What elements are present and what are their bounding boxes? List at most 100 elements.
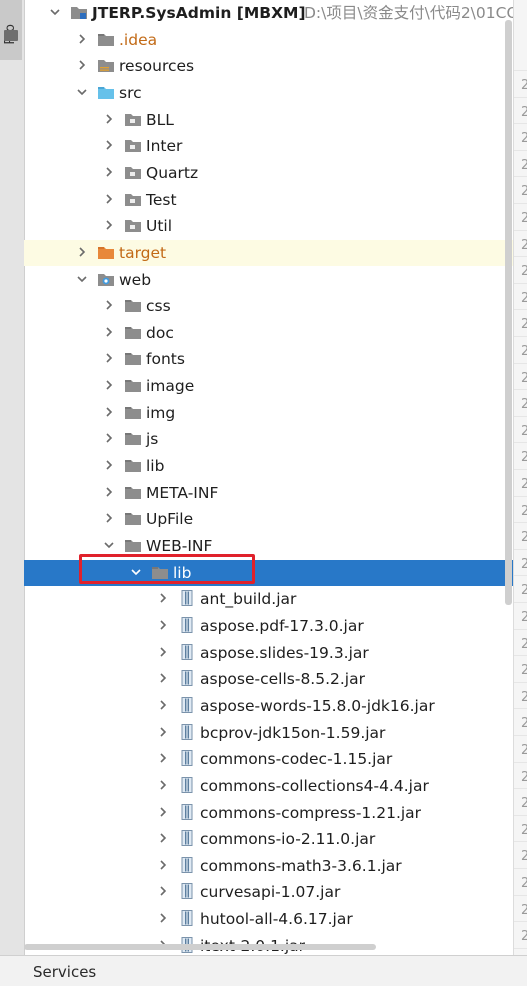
chevron-right-icon[interactable] [156, 725, 170, 739]
folder-icon [124, 484, 142, 500]
vertical-scrollbar-thumb[interactable] [505, 20, 512, 605]
gutter-separator [514, 229, 527, 231]
chevron-right-icon[interactable] [156, 831, 170, 845]
gutter-line-number: 2 [521, 929, 527, 944]
chevron-right-icon[interactable] [102, 351, 116, 365]
tree-row-js[interactable]: js [24, 426, 513, 452]
chevron-right-icon[interactable] [102, 405, 116, 419]
chevron-right-icon[interactable] [102, 511, 116, 525]
tree-row-curvesapi-1-07-jar[interactable]: curvesapi-1.07.jar [24, 879, 513, 905]
tree-row-ant-build-jar[interactable]: ant_build.jar [24, 586, 513, 612]
tree-row-resources[interactable]: resources [24, 53, 513, 79]
tree-row-target[interactable]: target [24, 239, 513, 266]
gutter-line-number: 2 [521, 291, 527, 306]
chevron-right-icon[interactable] [156, 858, 170, 872]
chevron-right-icon[interactable] [75, 32, 89, 46]
tree-row-aspose-cells-8-5-2-jar[interactable]: aspose-cells-8.5.2.jar [24, 666, 513, 692]
tree-row-src[interactable]: src [24, 80, 513, 106]
gutter-separator [514, 868, 527, 869]
tree-row-commons-math3-3-6-1-jar[interactable]: commons-math3-3.6.1.jar [24, 853, 513, 879]
chevron-down-icon[interactable] [102, 538, 116, 552]
tree-row-commons-collections4-4-4-jar[interactable]: commons-collections4-4.4.jar [24, 773, 513, 799]
tree-row-label: Test [146, 190, 177, 209]
tree-row-bll[interactable]: BLL [24, 107, 513, 133]
chevron-right-icon[interactable] [102, 325, 116, 339]
chevron-right-icon[interactable] [102, 192, 116, 206]
gutter-line-number: 2 [521, 903, 527, 918]
chevron-right-icon[interactable] [156, 591, 170, 605]
chevron-down-icon[interactable] [75, 85, 89, 99]
jar-icon [178, 830, 196, 847]
gutter-line-number: 2 [521, 770, 527, 785]
tree-row-aspose-words-15-8-0-jdk16-jar[interactable]: aspose-words-15.8.0-jdk16.jar [24, 693, 513, 719]
gutter-separator [514, 123, 527, 125]
tree-row-meta-inf[interactable]: META-INF [24, 480, 513, 506]
gutter-separator [514, 282, 527, 284]
tree-row-commons-codec-1-15-jar[interactable]: commons-codec-1.15.jar [24, 746, 513, 772]
chevron-right-icon[interactable] [102, 218, 116, 232]
tree-row-label: doc [146, 323, 174, 342]
chevron-right-icon[interactable] [156, 645, 170, 659]
tree-row-upfile[interactable]: UpFile [24, 506, 513, 532]
tree-row-aspose-slides-19-3-jar[interactable]: aspose.slides-19.3.jar [24, 640, 513, 666]
chevron-right-icon[interactable] [102, 298, 116, 312]
chevron-right-icon[interactable] [156, 884, 170, 898]
project-tool-tab[interactable]: Pro [0, 0, 22, 60]
chevron-right-icon[interactable] [156, 698, 170, 712]
gutter-separator [514, 655, 527, 657]
chevron-right-icon[interactable] [75, 58, 89, 72]
tree-row-util[interactable]: Util [24, 213, 513, 239]
tree-row-fonts[interactable]: fonts [24, 346, 513, 372]
gutter-separator [514, 947, 527, 949]
tree-row-aspose-pdf-17-3-0-jar[interactable]: aspose.pdf-17.3.0.jar [24, 613, 513, 639]
chevron-down-icon[interactable] [48, 5, 62, 19]
gutter-separator [514, 548, 527, 550]
chevron-right-icon[interactable] [102, 112, 116, 126]
chevron-right-icon[interactable] [75, 245, 89, 259]
chevron-right-icon[interactable] [156, 618, 170, 632]
chevron-down-icon[interactable] [129, 565, 143, 579]
tree-row-commons-compress-1-21-jar[interactable]: commons-compress-1.21.jar [24, 800, 513, 826]
tree-row-label: image [146, 377, 195, 396]
folder-icon [124, 457, 142, 473]
project-tree[interactable]: JTERP.SysAdmin [MBXM] D:\项目\资金支付\代码2\01CO… [24, 0, 513, 955]
horizontal-scrollbar-thumb[interactable] [24, 944, 376, 950]
tree-row-bcprov-jdk15on-1-59-jar[interactable]: bcprov-jdk15on-1.59.jar [24, 720, 513, 746]
chevron-right-icon[interactable] [156, 778, 170, 792]
chevron-right-icon[interactable] [102, 431, 116, 445]
tree-row-label: src [119, 83, 142, 102]
gutter-line-number: 2 [521, 823, 527, 838]
tree-row-test[interactable]: Test [24, 187, 513, 213]
chevron-right-icon[interactable] [102, 138, 116, 152]
jar-icon [178, 883, 196, 900]
tree-row-label: aspose.pdf-17.3.0.jar [200, 616, 364, 635]
chevron-right-icon[interactable] [156, 671, 170, 685]
tree-row-inter[interactable]: Inter [24, 133, 513, 159]
tree-row-label: aspose.slides-19.3.jar [200, 643, 369, 662]
tree-row-jterp-sysadmin-mbxm[interactable]: JTERP.SysAdmin [MBXM] D:\项目\资金支付\代码2\01CO… [24, 0, 513, 26]
tree-row-hutool-all-4-6-17-jar[interactable]: hutool-all-4.6.17.jar [24, 906, 513, 932]
tree-row-web[interactable]: web [24, 267, 513, 293]
gutter-line-number: 2 [521, 344, 527, 359]
chevron-right-icon[interactable] [156, 805, 170, 819]
chevron-right-icon[interactable] [156, 751, 170, 765]
folder-icon [124, 297, 142, 313]
tree-row-css[interactable]: css [24, 293, 513, 319]
tree-row-quartz[interactable]: Quartz [24, 160, 513, 186]
tree-row-doc[interactable]: doc [24, 320, 513, 346]
chevron-right-icon[interactable] [102, 458, 116, 472]
tree-row-web-inf[interactable]: WEB-INF [24, 533, 513, 559]
chevron-right-icon[interactable] [102, 485, 116, 499]
tree-row-commons-io-2-11-0-jar[interactable]: commons-io-2.11.0.jar [24, 826, 513, 852]
tree-row-label: .idea [119, 30, 158, 49]
services-tab[interactable]: Services [33, 963, 96, 981]
tree-row-idea[interactable]: .idea [24, 27, 513, 53]
tree-row-img[interactable]: img [24, 400, 513, 426]
chevron-down-icon[interactable] [75, 272, 89, 286]
chevron-right-icon[interactable] [156, 911, 170, 925]
tree-row-lib[interactable]: lib [24, 453, 513, 479]
tree-row-lib[interactable]: lib [24, 559, 513, 586]
tree-row-image[interactable]: image [24, 373, 513, 399]
chevron-right-icon[interactable] [102, 165, 116, 179]
chevron-right-icon[interactable] [102, 378, 116, 392]
